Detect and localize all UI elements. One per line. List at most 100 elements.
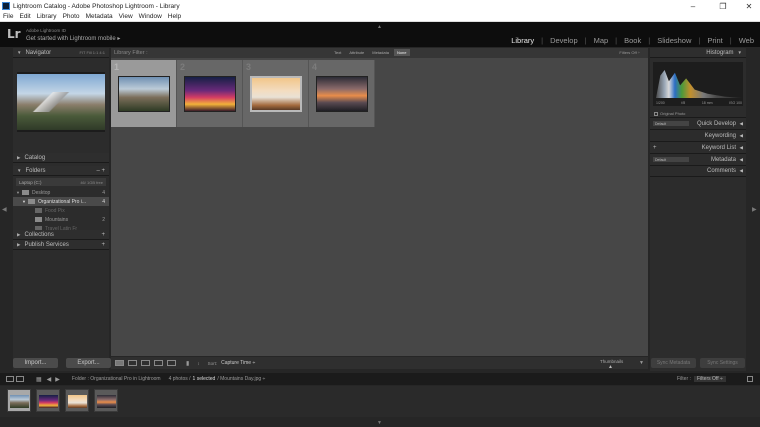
photo-thumbnail-taj-mahal[interactable] — [250, 76, 302, 112]
folder-desktop[interactable]: ▼ Desktop 4 — [13, 188, 109, 197]
filmstrip-thumb[interactable] — [65, 389, 89, 412]
filter-tab-metadata[interactable]: Metadata — [369, 49, 392, 56]
grid-view-icon[interactable] — [115, 360, 124, 366]
painter-icon[interactable]: ▮ — [186, 360, 189, 367]
thumbnail-size-slider[interactable]: ▲ — [608, 364, 613, 370]
menu-library[interactable]: Library — [37, 13, 57, 20]
sort-direction-icon[interactable]: ↕ — [197, 361, 199, 366]
close-button[interactable]: ✕ — [738, 0, 760, 12]
publish-services-header[interactable]: ▶ Publish Services + — [13, 240, 109, 250]
module-library[interactable]: Library — [511, 36, 534, 45]
module-book[interactable]: Book — [624, 36, 641, 45]
forward-arrow-icon[interactable]: ▶ — [55, 376, 60, 383]
menu-help[interactable]: Help — [168, 13, 181, 20]
sort-dropdown[interactable]: Capture Time ÷ — [221, 360, 255, 366]
add-keyword-icon[interactable]: + — [653, 145, 657, 151]
keywording-header[interactable]: Keywording ◀ — [650, 129, 746, 141]
import-button[interactable]: Import... — [13, 358, 58, 368]
grid-cell[interactable]: 3 — [243, 60, 309, 127]
filter-tab-none[interactable]: None — [393, 49, 410, 56]
menu-window[interactable]: Window — [139, 13, 162, 20]
volume-bar[interactable]: Laptop (C:) 46/ 1GB free — [16, 178, 106, 186]
histogram-header[interactable]: Histogram ▼ — [650, 48, 746, 58]
filter-tab-text[interactable]: Text — [331, 49, 344, 56]
folder-icon — [27, 199, 35, 204]
histogram-graph — [656, 70, 742, 98]
navigator-header[interactable]: ▼ Navigator FIT Fill 1:1 4:1 — [13, 48, 109, 58]
grid-cell[interactable]: 4 — [309, 60, 375, 127]
module-web[interactable]: Web — [739, 36, 754, 45]
menu-photo[interactable]: Photo — [63, 13, 80, 20]
add-collection-icon[interactable]: + — [101, 232, 105, 238]
catalog-header[interactable]: ▶ Catalog — [13, 153, 109, 163]
window-title-bar: Lightroom Catalog - Adobe Photoshop Ligh… — [0, 0, 760, 12]
minimize-button[interactable]: – — [682, 0, 704, 12]
folder-mountains[interactable]: Mountains 2 — [13, 215, 109, 224]
right-panel-toggle-icon[interactable]: ▶ — [752, 206, 757, 213]
collections-header[interactable]: ▶ Collections + — [13, 230, 109, 240]
histogram: 1/200 f/8 18 mm ISO 100 — [653, 62, 743, 106]
maximize-button[interactable]: ❐ — [712, 0, 734, 12]
triangle-left-icon: ◀ — [739, 120, 743, 126]
quick-develop-header[interactable]: Default Quick Develop ◀ — [650, 117, 746, 129]
triangle-left-icon: ◀ — [739, 168, 743, 173]
filmstrip-thumb[interactable] — [94, 389, 118, 412]
grid-cell[interactable]: 2 — [177, 60, 243, 127]
filter-tab-attribute[interactable]: Attribute — [346, 49, 367, 56]
loupe-view-icon[interactable] — [128, 360, 137, 366]
filter-preset-dropdown[interactable]: Filters Off ÷ — [619, 50, 640, 55]
filmstrip-thumb[interactable] — [7, 389, 31, 412]
menu-view[interactable]: View — [119, 13, 133, 20]
folders-header[interactable]: ▼ Folders – + — [13, 166, 109, 176]
photo-thumbnail-city-night[interactable] — [184, 76, 236, 112]
mobile-promo[interactable]: Get started with Lightroom mobile ▸ — [26, 35, 120, 42]
filmstrip-source[interactable]: Folder : Organizational Pro in Lightroom — [72, 376, 161, 382]
add-folder-icon[interactable]: – + — [96, 168, 105, 174]
adobe-id: Adobe Lightroom ID — [26, 28, 67, 33]
filmstrip-thumb[interactable] — [36, 389, 60, 412]
left-panel-toggle-icon[interactable]: ◀ — [2, 206, 7, 213]
navigator-zoom-options[interactable]: FIT Fill 1:1 4:1 — [80, 50, 106, 55]
grid-cell[interactable]: 1 — [111, 60, 177, 127]
sync-settings-button[interactable]: Sync Settings — [700, 358, 745, 368]
comments-header[interactable]: Comments ◀ — [650, 165, 746, 177]
original-photo-checkbox[interactable]: Original Photo — [650, 110, 746, 117]
add-publish-icon[interactable]: + — [101, 242, 105, 248]
toolbar-menu-icon[interactable]: ▼ — [639, 360, 644, 366]
second-window-icon[interactable] — [16, 376, 24, 382]
folder-sub-1[interactable]: Food Pix — [13, 206, 109, 215]
top-panel-toggle-icon[interactable]: ▲ — [377, 24, 382, 30]
compare-view-icon[interactable] — [141, 360, 150, 366]
menu-metadata[interactable]: Metadata — [86, 13, 113, 20]
publish-services-label: Publish Services — [24, 241, 69, 248]
grid-icon[interactable]: ▦ — [36, 376, 42, 383]
folder-icon — [35, 217, 42, 222]
people-view-icon[interactable] — [167, 360, 176, 366]
survey-view-icon[interactable] — [154, 360, 163, 366]
module-develop[interactable]: Develop — [550, 36, 578, 45]
keyword-list-header[interactable]: + Keyword List ◀ — [650, 141, 746, 153]
export-button[interactable]: Export... — [66, 358, 111, 368]
folder-organizational[interactable]: ▼ Organizational Pro i... 4 — [13, 197, 109, 206]
quick-develop-preset-dropdown[interactable]: Default — [653, 121, 689, 126]
filmstrip-filter-dropdown[interactable]: Filters Off ÷ — [694, 376, 726, 382]
menu-file[interactable]: File — [3, 13, 13, 20]
navigator-preview[interactable] — [17, 72, 105, 132]
bottom-panel-toggle-icon[interactable]: ▼ — [377, 420, 382, 426]
photo-thumbnail-mountains[interactable] — [118, 76, 170, 112]
filter-switch-icon[interactable] — [747, 376, 753, 382]
back-arrow-icon[interactable]: ◀ — [47, 376, 52, 383]
selected-filename[interactable]: / Mountains Day.jpg ÷ — [217, 376, 265, 382]
main-window-icon[interactable] — [6, 376, 14, 382]
module-map[interactable]: Map — [594, 36, 609, 45]
module-slideshow[interactable]: Slideshow — [657, 36, 691, 45]
right-panel: Histogram ▼ 1/200 f/8 18 mm ISO 100 Orig… — [650, 48, 746, 371]
metadata-header[interactable]: Default Metadata ◀ — [650, 153, 746, 165]
photo-thumbnail-sunset[interactable] — [316, 76, 368, 112]
metadata-preset-dropdown[interactable]: Default — [653, 157, 689, 162]
module-print[interactable]: Print — [707, 36, 722, 45]
triangle-right-icon: ▶ — [17, 231, 21, 237]
menu-edit[interactable]: Edit — [19, 13, 30, 20]
histogram-label: Histogram — [706, 49, 734, 56]
sync-metadata-button[interactable]: Sync Metadata — [651, 358, 696, 368]
